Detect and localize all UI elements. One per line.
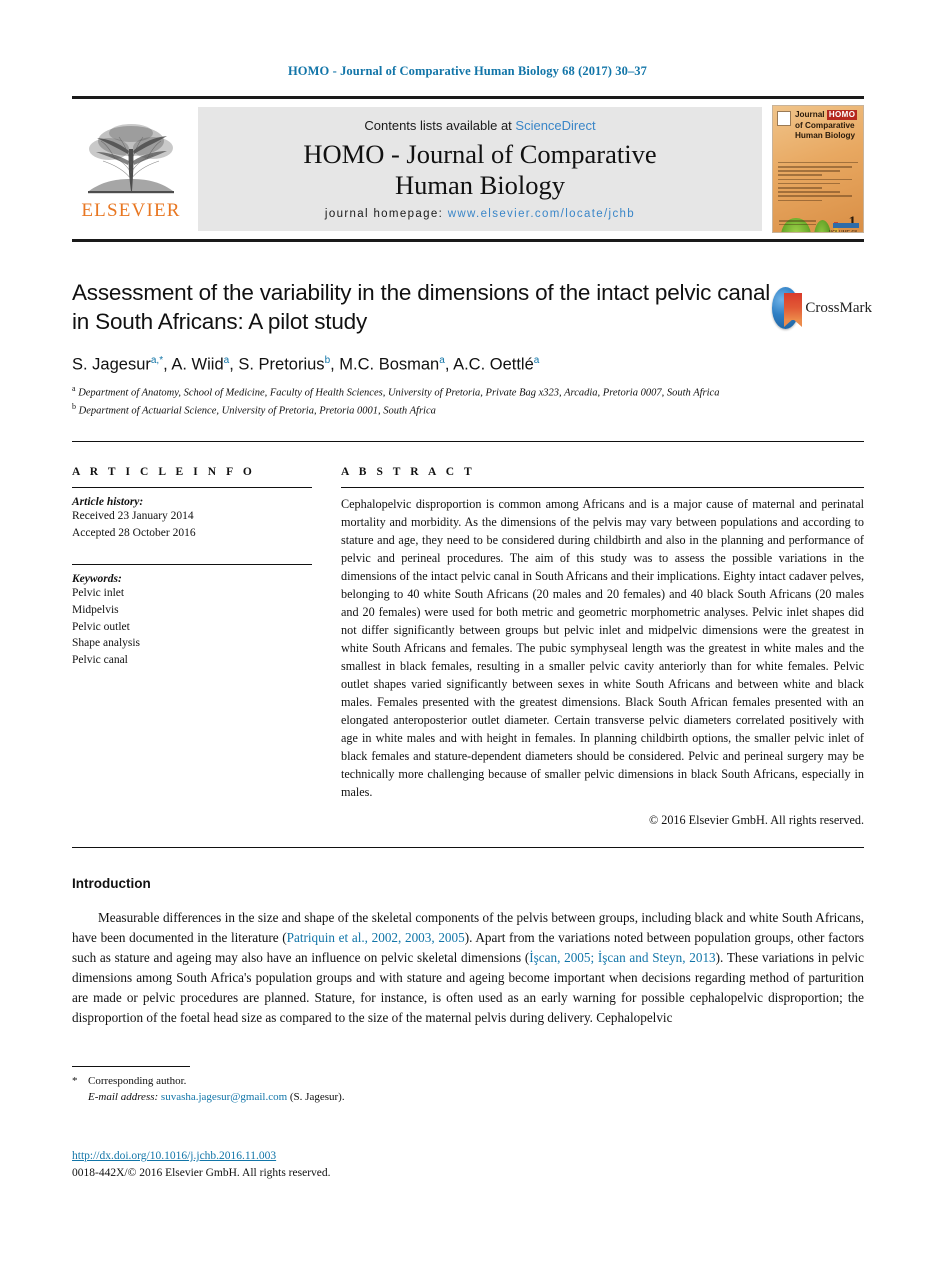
citation-link[interactable]: İşcan, 2005; İşcan and Steyn, 2013 bbox=[529, 950, 715, 965]
title-block: Assessment of the variability in the dim… bbox=[72, 278, 772, 420]
journal-homepage-line: journal homepage: www.elsevier.com/locat… bbox=[325, 208, 635, 220]
author-list: S. Jagesura,*, A. Wiida, S. Pretoriusb, … bbox=[72, 354, 540, 374]
email-label: E-mail address: bbox=[88, 1091, 159, 1104]
article-info-column: A R T I C L E I N F O Article history: R… bbox=[72, 466, 312, 669]
abstract-column: A B S T R A C T Cephalopelvic disproport… bbox=[341, 466, 864, 828]
introduction-paragraph: Measurable differences in the size and s… bbox=[72, 908, 864, 1028]
cover-issue-sub: VOLUME 68 2017 bbox=[828, 230, 857, 233]
crossmark-badge[interactable]: CrossMark bbox=[772, 282, 872, 334]
journal-cover-thumbnail: Journal HOMO of Comparative Human Biolog… bbox=[772, 105, 864, 233]
cover-elsevier-mark-icon bbox=[777, 111, 791, 126]
crossmark-label: CrossMark bbox=[805, 299, 872, 316]
keyword-item: Pelvic inlet bbox=[72, 587, 125, 600]
article-info-rule-2 bbox=[72, 564, 312, 566]
keyword-item: Shape analysis bbox=[72, 637, 141, 650]
affiliation-a-marker: a bbox=[72, 384, 76, 393]
affiliations: a Department of Anatomy, School of Medic… bbox=[72, 383, 772, 420]
affiliation-a: a Department of Anatomy, School of Medic… bbox=[72, 383, 772, 401]
article-accepted-date: Accepted 28 October 2016 bbox=[72, 526, 196, 539]
affiliation-b-marker: b bbox=[72, 402, 76, 412]
elsevier-logo: ELSEVIER bbox=[72, 99, 190, 239]
contents-lists-line: Contents lists available at ScienceDirec… bbox=[364, 118, 595, 133]
divider-above-abstract bbox=[72, 441, 864, 442]
affiliation-b-text: Department of Actuarial Science, Univers… bbox=[78, 405, 436, 417]
cover-editorial-text-block bbox=[778, 166, 858, 204]
cover-divider bbox=[778, 162, 858, 163]
keyword-item: Midpelvis bbox=[72, 604, 119, 617]
article-info-rule-1 bbox=[72, 487, 312, 488]
contents-prefix: Contents lists available at bbox=[364, 118, 516, 134]
journal-title-line-2: Human Biology bbox=[394, 169, 566, 200]
corresponding-author-marker: * bbox=[72, 1075, 78, 1087]
affiliation-a-text: Department of Anatomy, School of Medicin… bbox=[78, 387, 720, 399]
journal-band: Contents lists available at ScienceDirec… bbox=[198, 107, 762, 231]
journal-title: HOMO - Journal of Comparative Human Biol… bbox=[303, 139, 656, 199]
cover-title-text: Journal HOMO of Comparative Human Biolog… bbox=[795, 110, 859, 142]
sciencedirect-link[interactable]: ScienceDirect bbox=[515, 118, 595, 133]
elsevier-tree-icon bbox=[88, 123, 174, 193]
cover-homo-badge: HOMO bbox=[826, 110, 858, 121]
footnote-block: * Corresponding author. E-mail address: s… bbox=[72, 1073, 632, 1106]
corresponding-author-line: * Corresponding author. bbox=[72, 1073, 632, 1089]
email-line: E-mail address: suvasha.jagesur@gmail.co… bbox=[72, 1089, 632, 1105]
running-head: HOMO - Journal of Comparative Human Biol… bbox=[287, 64, 647, 78]
homepage-url-link[interactable]: www.elsevier.com/locate/jchb bbox=[448, 208, 635, 220]
homepage-label: journal homepage: bbox=[324, 207, 444, 220]
cover-volume-line: VOLUME 68 bbox=[828, 230, 857, 233]
keyword-item: Pelvic outlet bbox=[72, 620, 130, 633]
crossmark-icon bbox=[772, 287, 802, 329]
abstract-rule bbox=[341, 487, 864, 488]
doi-link[interactable]: http://dx.doi.org/10.1016/j.jchb.2016.11… bbox=[72, 1150, 276, 1162]
cover-line-1: Journal bbox=[795, 110, 825, 119]
abstract-body: Cephalopelvic disproportion is common am… bbox=[341, 497, 864, 799]
cover-line-3: Human Biology bbox=[795, 131, 856, 140]
journal-masthead: ELSEVIER Contents lists available at Sci… bbox=[72, 96, 864, 242]
paper-page: HOMO - Journal of Comparative Human Biol… bbox=[0, 0, 935, 1266]
email-link[interactable]: suvasha.jagesur@gmail.com bbox=[161, 1091, 287, 1103]
article-history-label: Article history: bbox=[72, 496, 144, 508]
email-suffix: (S. Jagesur). bbox=[289, 1091, 345, 1104]
keywords-label: Keywords: bbox=[72, 573, 122, 586]
page-title: Assessment of the variability in the dim… bbox=[72, 280, 771, 335]
cover-publisher-badge bbox=[833, 223, 859, 228]
abstract-heading: A B S T R A C T bbox=[341, 466, 476, 478]
citation-link[interactable]: Patriquin et al., 2002, 2003, 2005 bbox=[287, 930, 465, 945]
elsevier-wordmark: ELSEVIER bbox=[81, 199, 181, 221]
abstract-copyright: © 2016 Elsevier GmbH. All rights reserve… bbox=[648, 812, 864, 827]
corresponding-author-label: Corresponding author. bbox=[88, 1075, 187, 1087]
cover-line-2: of Comparative bbox=[795, 120, 855, 130]
footnote-rule bbox=[72, 1066, 190, 1067]
issn-copyright-line: 0018-442X/© 2016 Elsevier GmbH. All righ… bbox=[72, 1167, 331, 1179]
introduction-heading: Introduction bbox=[72, 876, 151, 891]
article-info-heading: A R T I C L E I N F O bbox=[72, 466, 256, 478]
article-received-date: Received 23 January 2014 bbox=[72, 510, 194, 522]
divider-above-introduction bbox=[72, 847, 864, 848]
affiliation-b: b Department of Actuarial Science, Unive… bbox=[72, 401, 772, 419]
journal-title-line-1: HOMO - Journal of Comparative bbox=[303, 139, 657, 170]
keyword-item: Pelvic canal bbox=[72, 654, 128, 667]
